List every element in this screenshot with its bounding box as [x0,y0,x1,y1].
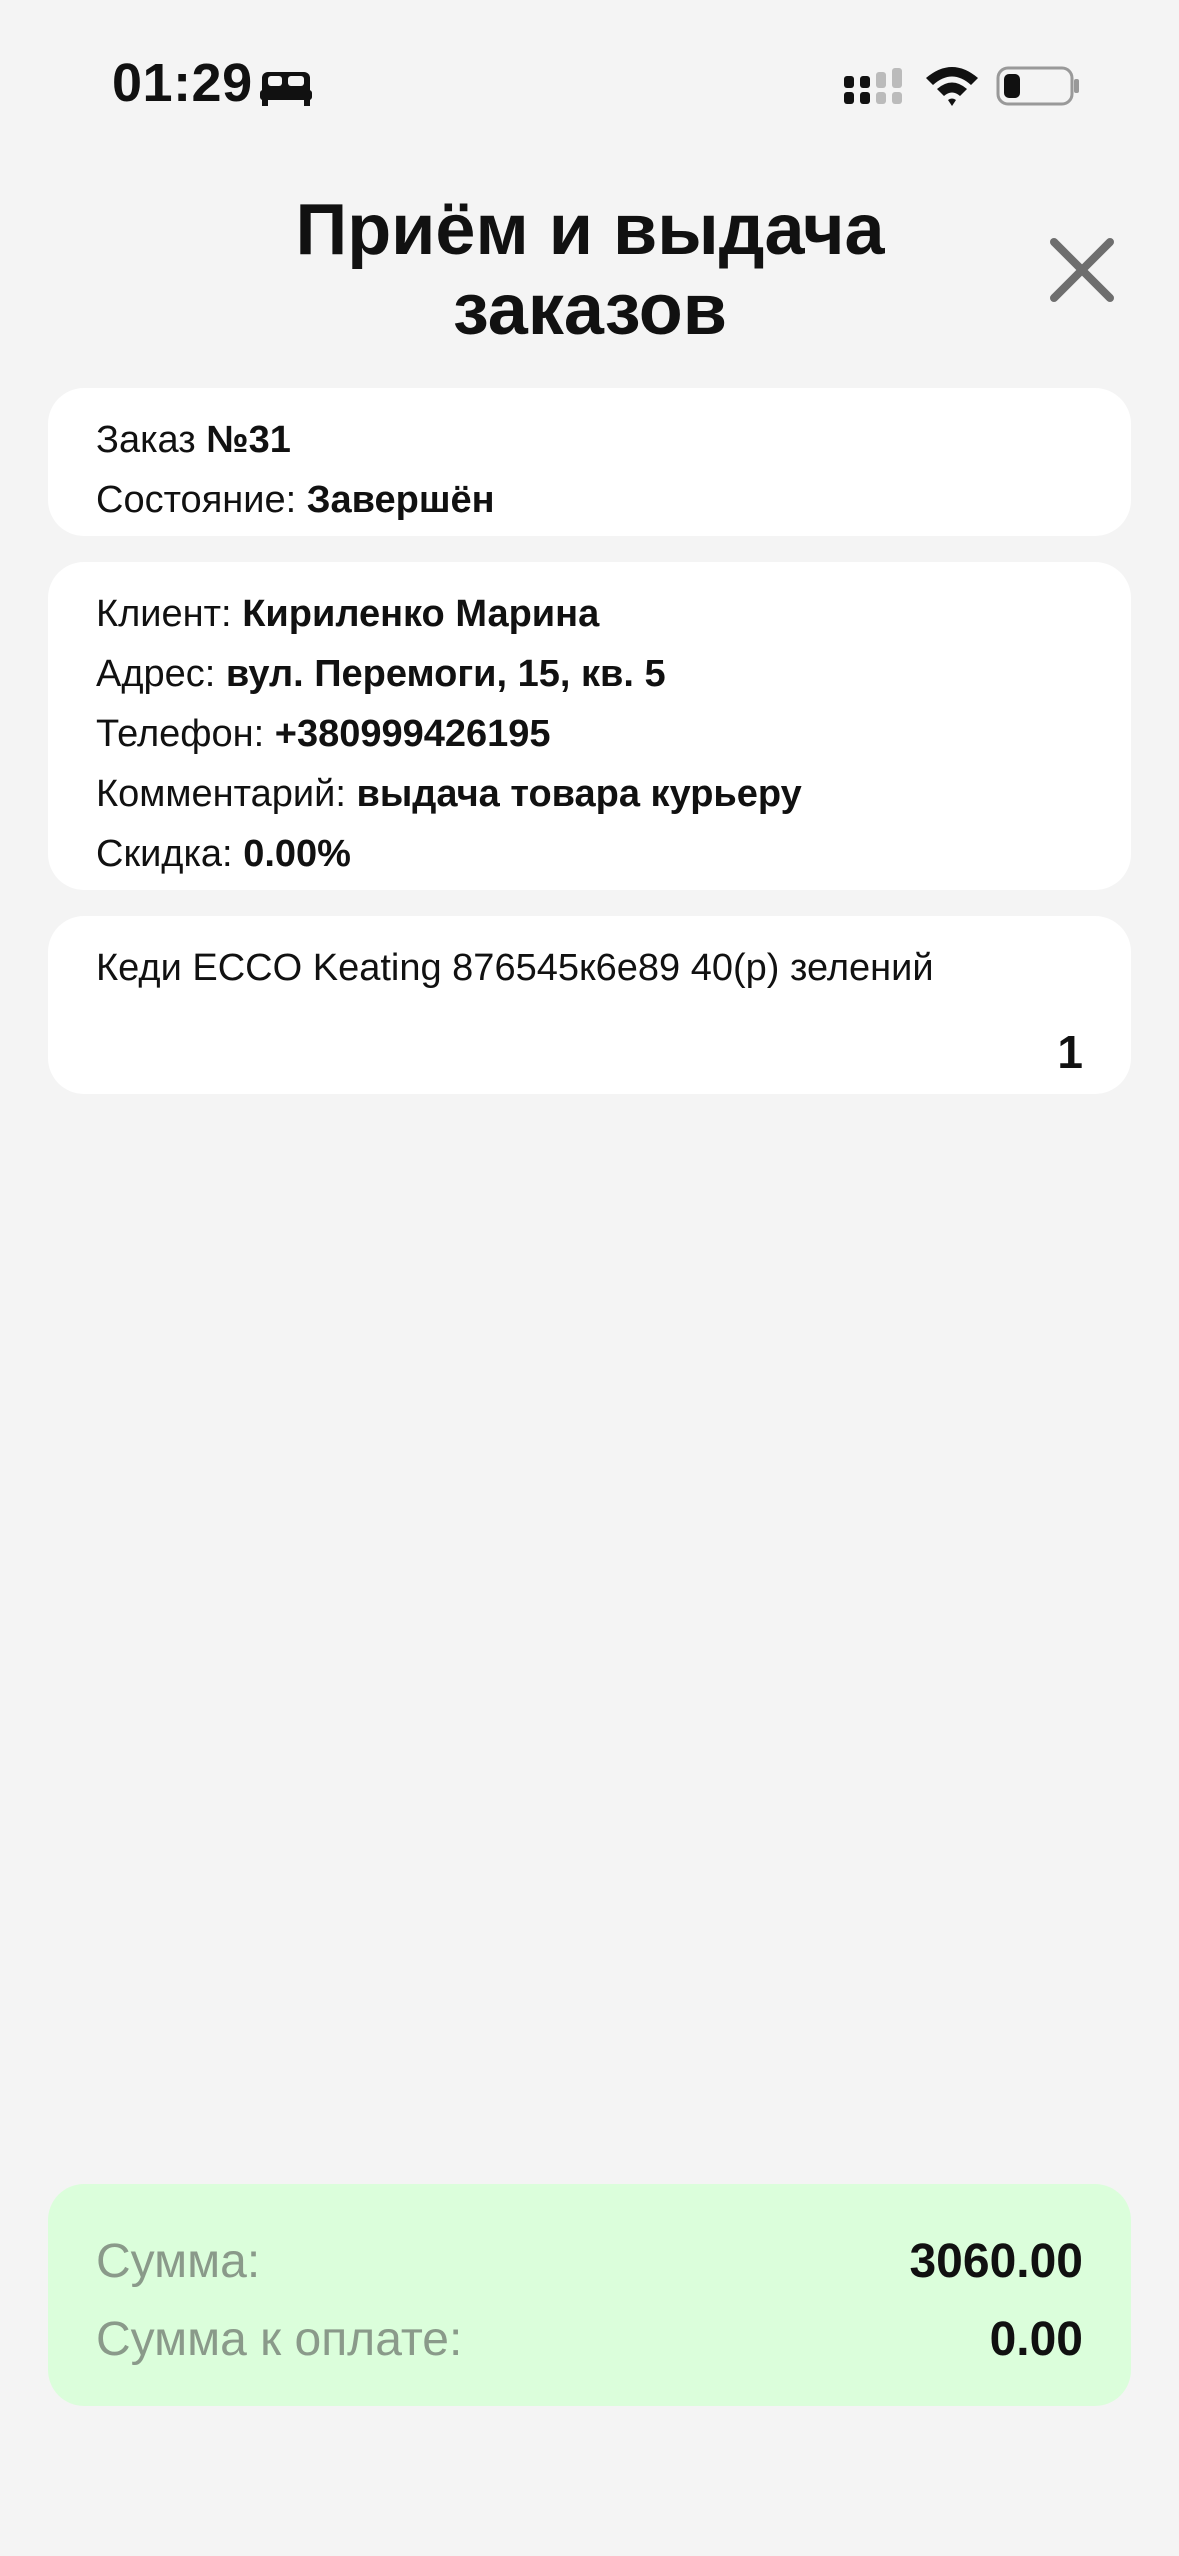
summary-total-label: Сумма: [96,2234,261,2288]
client-address-row: Адрес: вул. Перемоги, 15, кв. 5 [96,644,1083,704]
summary-total-row: Сумма: 3060.00 [96,2222,1083,2300]
order-summary: Сумма: 3060.00 Сумма к оплате: 0.00 [48,2184,1131,2406]
order-number-value: №31 [206,419,291,461]
close-icon [1050,238,1114,302]
summary-to-pay-label: Сумма к оплате: [96,2312,463,2366]
client-comment-label: Комментарий: [96,773,346,815]
client-discount-label: Скидка: [96,833,233,875]
order-info-card: Заказ №31 Состояние: Завершён [48,388,1131,536]
cellular-signal-icon [844,68,902,104]
client-phone-label: Телефон: [96,713,265,755]
order-item-card[interactable]: Кеди ECCO Keating 876545к6е89 40(р) зеле… [48,916,1131,1094]
item-quantity: 1 [1057,1026,1083,1078]
client-discount-row: Скидка: 0.00% [96,824,1083,884]
status-time: 01:29 [112,53,253,113]
battery-icon [996,66,1079,106]
order-state-row: Состояние: Завершён [96,470,1083,530]
client-name-row: Клиент: Кириленко Марина [96,584,1083,644]
summary-to-pay-value: 0.00 [989,2312,1083,2366]
status-bar: 01:29 [0,0,1179,160]
client-name-label: Клиент: [96,593,232,635]
client-address-value: вул. Перемоги, 15, кв. 5 [225,653,666,695]
client-comment-value: выдача товара курьеру [356,773,802,815]
close-button[interactable] [1046,234,1118,306]
order-state-value: Завершён [306,479,495,521]
order-details-screen: 01:29 Приём и выдача заказов Заказ №31 С… [0,0,1179,2556]
page-title-line-2: заказов [452,270,728,350]
page-title-line-1: Приём и выдача [295,190,885,270]
client-info-card: Клиент: Кириленко Марина Адрес: вул. Пер… [48,562,1131,890]
client-name-value: Кириленко Марина [242,593,600,635]
client-discount-value: 0.00% [243,833,351,875]
order-state-label: Состояние: [96,479,297,521]
sleep-icon [260,72,312,106]
item-name: Кеди ECCO Keating 876545к6е89 40(р) зеле… [96,947,934,989]
order-number-row: Заказ №31 [96,410,1083,470]
summary-to-pay-row: Сумма к оплате: 0.00 [96,2300,1083,2378]
page-title: Приём и выдача заказов [200,190,980,350]
order-number-label: Заказ [96,419,196,461]
client-phone-row: Телефон: +380999426195 [96,704,1083,764]
client-comment-row: Комментарий: выдача товара курьеру [96,764,1083,824]
client-phone-value: +380999426195 [274,713,551,755]
summary-total-value: 3060.00 [909,2234,1083,2288]
wifi-icon [926,67,978,106]
client-address-label: Адрес: [96,653,216,695]
